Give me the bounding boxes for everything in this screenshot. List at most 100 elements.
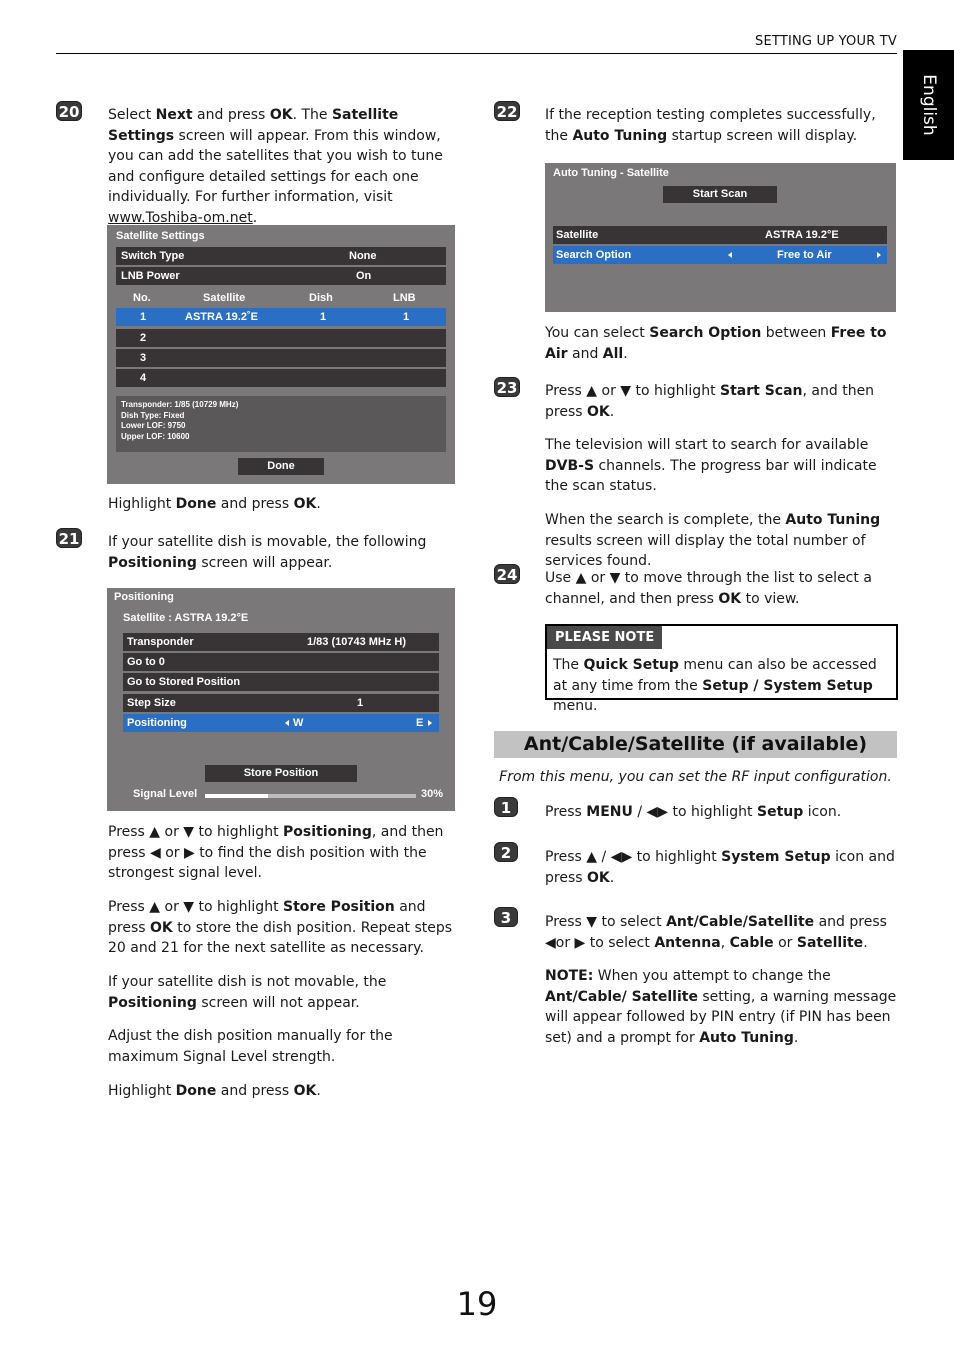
left-arrow-icon[interactable] xyxy=(728,246,732,264)
done-button[interactable]: Done xyxy=(238,458,324,475)
page-number: 19 xyxy=(456,1285,498,1323)
row-label: LNB Power xyxy=(121,270,180,282)
cell-no: 1 xyxy=(140,311,147,323)
cell-no: 3 xyxy=(140,352,147,364)
cell-no: 4 xyxy=(140,372,147,384)
row-label: Positioning xyxy=(127,717,187,729)
row-value: ASTRA 19.2°E xyxy=(765,229,839,241)
screen-title: Satellite Settings xyxy=(116,230,205,242)
col-header-no: No. xyxy=(133,292,151,304)
transponder-row[interactable]: Transponder 1/83 (10743 MHz H) xyxy=(123,633,439,651)
cell-no: 2 xyxy=(140,332,147,344)
row-label: Search Option xyxy=(556,249,632,261)
positioning-screen: Positioning Satellite : ASTRA 19.2°E Tra… xyxy=(107,588,455,811)
row-value: 1 xyxy=(357,697,364,709)
section-step-badge-1: 1 xyxy=(494,797,518,817)
info-lower-lof: Lower LOF: 9750 xyxy=(121,421,186,430)
step-20-after: Highlight Done and press OK. xyxy=(108,496,321,512)
screen-title: Auto Tuning - Satellite xyxy=(553,167,669,179)
step-21-after-5: Highlight Done and press OK. xyxy=(108,1083,321,1099)
store-position-button[interactable]: Store Position xyxy=(205,765,357,782)
col-header-satellite: Satellite xyxy=(203,292,246,304)
section-step-badge-2: 2 xyxy=(494,842,518,862)
header-rule xyxy=(56,53,897,54)
satellite-row-3[interactable]: 3 xyxy=(116,349,446,367)
start-scan-button[interactable]: Start Scan xyxy=(663,186,777,203)
col-header-dish: Dish xyxy=(309,292,333,304)
go-to-zero-row[interactable]: Go to 0 xyxy=(123,653,439,671)
search-option-row[interactable]: Search Option Free to Air xyxy=(553,246,887,264)
row-value: On xyxy=(356,270,372,282)
step-22-after: You can select Search Option between Fre… xyxy=(545,325,887,362)
step-21-text: If your satellite dish is movable, the f… xyxy=(108,534,427,571)
satellite-row-1[interactable]: 1 ASTRA 19.2˚E 1 1 xyxy=(116,308,446,326)
step-badge-24: 24 xyxy=(494,564,520,584)
please-note-header: PLEASE NOTE xyxy=(547,626,663,649)
signal-level-bar xyxy=(205,794,416,798)
go-to-stored-position-row[interactable]: Go to Stored Position xyxy=(123,673,439,691)
row-value: None xyxy=(349,250,377,262)
right-arrow-icon[interactable] xyxy=(428,714,432,732)
section-note: NOTE: When you attempt to change the Ant… xyxy=(545,968,897,1046)
step-21-after-3: If your satellite dish is not movable, t… xyxy=(108,974,387,1011)
col-header-lnb: LNB xyxy=(393,292,416,304)
west-label: W xyxy=(293,717,304,729)
info-transponder: Transponder: 1/85 (10729 MHz) xyxy=(121,400,239,409)
step-badge-21: 21 xyxy=(56,528,82,548)
step-badge-20: 20 xyxy=(56,101,82,121)
left-arrow-icon[interactable] xyxy=(285,714,289,732)
auto-tuning-screen: Auto Tuning - Satellite Start Scan Satel… xyxy=(545,163,896,312)
step-23-text: Press ▲ or ▼ to highlight Start Scan, an… xyxy=(545,383,875,420)
row-label: Step Size xyxy=(127,697,176,709)
switch-type-row[interactable]: Switch Type None xyxy=(116,247,446,265)
info-upper-lof: Upper LOF: 10600 xyxy=(121,431,190,441)
section-step-3-text: Press ▼ to select Ant/Cable/Satellite an… xyxy=(545,914,887,951)
step-23-after-1: The television will start to search for … xyxy=(545,437,877,494)
section-step-2-text: Press ▲ / ◀▶ to highlight System Setup i… xyxy=(545,849,895,886)
satellite-row-4[interactable]: 4 xyxy=(116,369,446,387)
cell-satellite: ASTRA 19.2˚E xyxy=(185,311,258,323)
language-tab-label: English xyxy=(918,74,939,136)
row-label: Go to Stored Position xyxy=(127,676,241,688)
language-tab: English xyxy=(903,50,954,160)
screen-title: Positioning xyxy=(114,591,174,603)
info-dish-type: Dish Type: Fixed xyxy=(121,410,185,420)
step-21-after-4: Adjust the dish position manually for th… xyxy=(108,1028,393,1065)
step-badge-22: 22 xyxy=(494,101,520,121)
step-23-after-2: When the search is complete, the Auto Tu… xyxy=(545,512,881,569)
row-label: Switch Type xyxy=(121,250,185,262)
please-note-text: The Quick Setup menu can also be accesse… xyxy=(553,657,877,714)
row-label: Satellite xyxy=(556,229,599,241)
cell-lnb: 1 xyxy=(403,311,410,323)
step-21-after-2: Press ▲ or ▼ to highlight Store Position… xyxy=(108,899,453,956)
step-size-row[interactable]: Step Size 1 xyxy=(123,694,439,712)
step-21-after-1: Press ▲ or ▼ to highlight Positioning, a… xyxy=(108,824,444,881)
please-note-box: PLEASE NOTE The Quick Setup menu can als… xyxy=(545,624,898,714)
section-intro: From this menu, you can set the RF input… xyxy=(499,769,892,785)
row-value: Free to Air xyxy=(777,249,832,261)
row-label: Go to 0 xyxy=(127,656,165,668)
satellite-settings-screen: Satellite Settings Switch Type None LNB … xyxy=(107,225,455,484)
signal-level-label: Signal Level xyxy=(133,788,198,800)
step-20-text: Select Next and press OK. The Satellite … xyxy=(108,107,443,226)
row-label: Transponder xyxy=(127,636,194,648)
signal-level-fill xyxy=(205,794,269,798)
positioning-satellite: Satellite : ASTRA 19.2°E xyxy=(123,612,249,624)
satellite-row[interactable]: Satellite ASTRA 19.2°E xyxy=(553,226,887,244)
right-arrow-icon[interactable] xyxy=(877,246,881,264)
lnb-power-row[interactable]: LNB Power On xyxy=(116,267,446,285)
cell-dish: 1 xyxy=(320,311,327,323)
step-22-text: If the reception testing completes succe… xyxy=(545,107,876,144)
step-24-text: Use ▲ or ▼ to move through the list to s… xyxy=(545,570,872,607)
east-label: E xyxy=(416,717,424,729)
section-step-1-text: Press MENU / ◀▶ to highlight Setup icon. xyxy=(545,804,842,820)
positioning-row[interactable]: Positioning W E xyxy=(123,714,439,732)
section-header: SETTING UP YOUR TV xyxy=(755,34,897,49)
transponder-info-panel: Transponder: 1/85 (10729 MHz) Dish Type:… xyxy=(116,396,446,452)
signal-level-value: 30% xyxy=(421,788,444,800)
section-step-badge-3: 3 xyxy=(494,907,518,927)
section-title: Ant/Cable/Satellite (if available) xyxy=(494,731,897,758)
step-badge-23: 23 xyxy=(494,377,520,397)
satellite-row-2[interactable]: 2 xyxy=(116,329,446,347)
row-value: 1/83 (10743 MHz H) xyxy=(307,636,407,648)
